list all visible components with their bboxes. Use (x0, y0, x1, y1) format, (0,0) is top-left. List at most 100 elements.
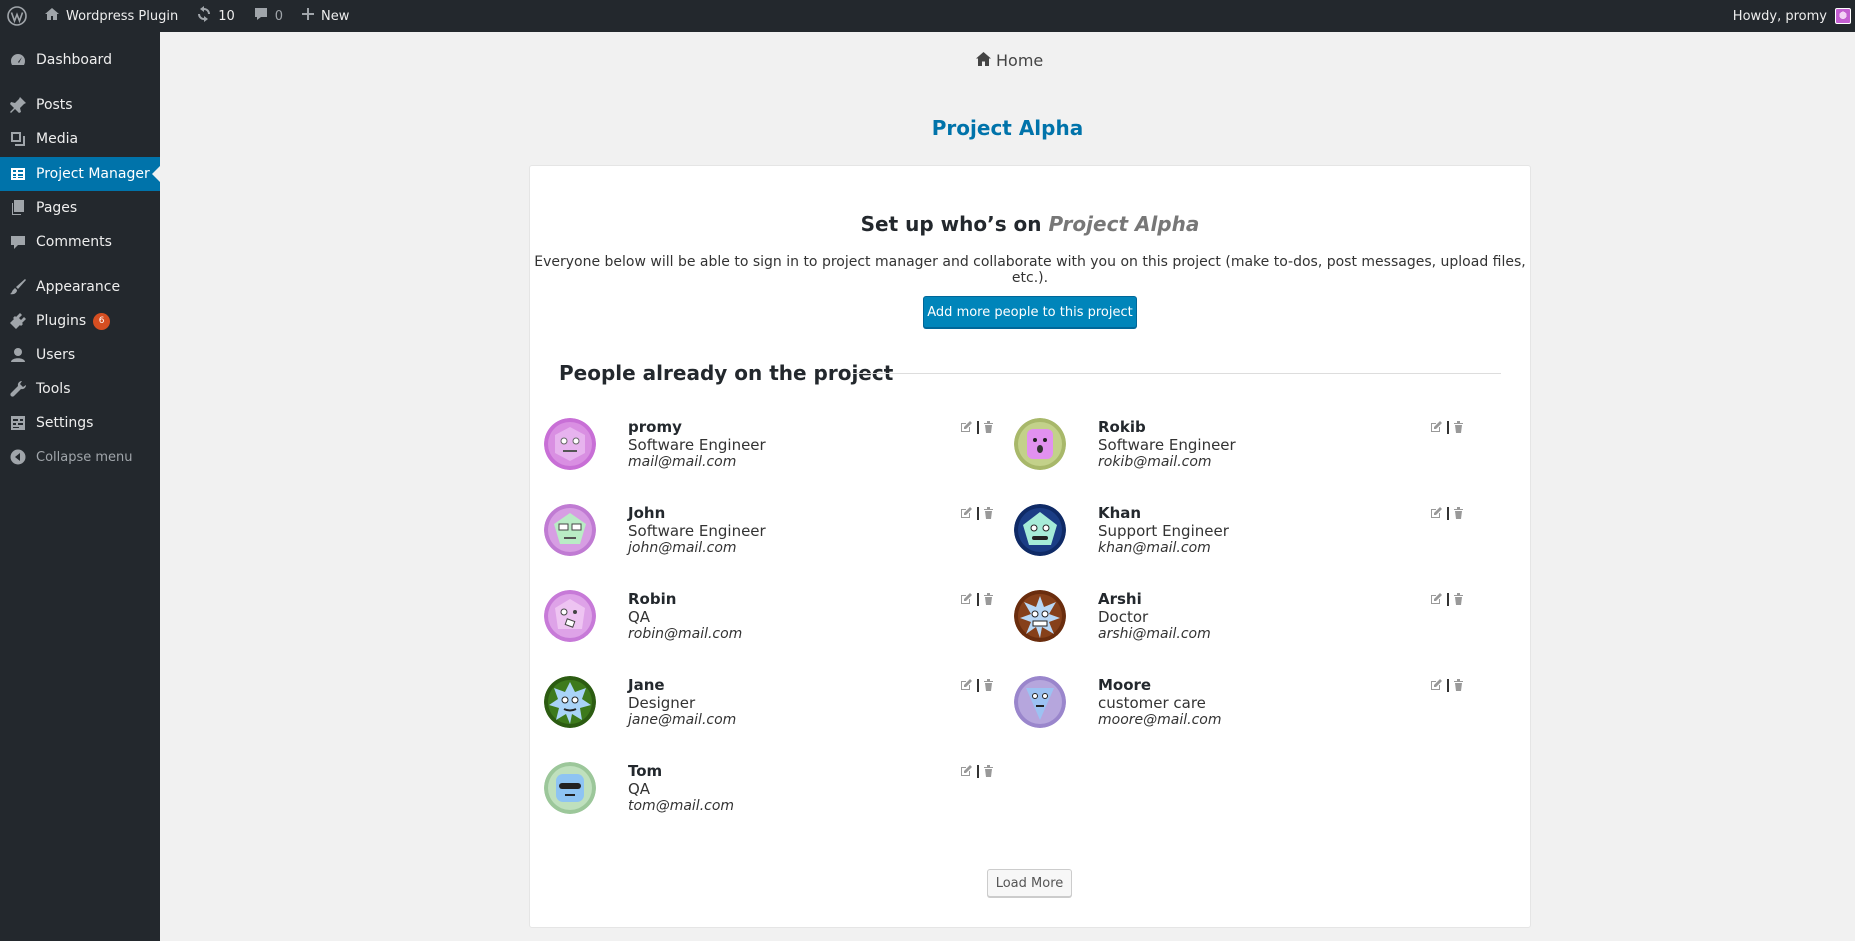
plugin-icon (0, 312, 36, 330)
home-icon (976, 51, 991, 70)
trash-icon[interactable] (1453, 504, 1464, 523)
person-name: Arshi (1098, 590, 1142, 608)
sidebar-item-label: Project Manager (36, 166, 150, 182)
wordpress-logo-icon[interactable] (0, 0, 35, 32)
edit-icon[interactable] (960, 418, 973, 437)
project-people-card: Set up who’s on Project Alpha Everyone b… (529, 165, 1531, 928)
edit-icon[interactable] (960, 762, 973, 781)
person-role: Doctor (1098, 608, 1149, 626)
trash-icon[interactable] (983, 590, 994, 609)
sidebar-item-media[interactable]: Media (0, 122, 160, 156)
avatar (1014, 676, 1066, 728)
edit-icon[interactable] (960, 590, 973, 609)
project-title[interactable]: Project Alpha (160, 116, 1855, 140)
edit-icon[interactable] (1430, 676, 1443, 695)
wrench-icon (0, 380, 36, 398)
trash-icon[interactable] (1453, 676, 1464, 695)
trash-icon[interactable] (1453, 590, 1464, 609)
collapse-menu-button[interactable]: Collapse menu (0, 440, 160, 474)
sidebar-item-label: Settings (36, 415, 94, 431)
actions-separator (1447, 507, 1449, 520)
person-card-robin: Robin QA robin@mail.com (530, 590, 993, 660)
sidebar-item-posts[interactable]: Posts (0, 88, 160, 122)
person-card-khan: Khan Support Engineer khan@mail.com (1000, 504, 1463, 574)
setup-description: Everyone below will be able to sign in t… (534, 254, 1526, 286)
updates-link[interactable]: 10 (187, 0, 244, 32)
howdy-text: Howdy, promy (1732, 8, 1827, 24)
sidebar-item-project-manager[interactable]: Project Manager (0, 157, 160, 191)
sidebar-item-label: Collapse menu (36, 449, 133, 465)
person-name: promy (628, 418, 682, 436)
person-name: Robin (628, 590, 677, 608)
site-name: Wordpress Plugin (66, 8, 179, 24)
actions-separator (1447, 421, 1449, 434)
person-role: customer care (1098, 694, 1206, 712)
site-name-link[interactable]: Wordpress Plugin (35, 0, 187, 32)
new-label: New (321, 8, 350, 24)
trash-icon[interactable] (983, 504, 994, 523)
avatar (544, 762, 596, 814)
person-email: robin@mail.com (628, 626, 743, 642)
sidebar-item-tools[interactable]: Tools (0, 372, 160, 406)
home-link[interactable]: Home (976, 51, 1043, 70)
edit-icon[interactable] (960, 504, 973, 523)
edit-icon[interactable] (1430, 418, 1443, 437)
edit-icon[interactable] (960, 676, 973, 695)
admin-bar: Wordpress Plugin 10 0 New Howdy, promy (0, 0, 1855, 32)
sidebar-item-users[interactable]: Users (0, 338, 160, 372)
sidebar-item-label: Users (36, 347, 76, 363)
person-email: rokib@mail.com (1098, 454, 1212, 470)
divider (853, 373, 1501, 374)
actions-separator (977, 765, 979, 778)
pages-icon (0, 199, 36, 217)
home-label: Home (996, 51, 1044, 70)
sidebar-item-comments[interactable]: Comments (0, 225, 160, 259)
person-card-tom: Tom QA tom@mail.com (530, 762, 993, 832)
person-card-jane: Jane Designer jane@mail.com (530, 676, 993, 746)
setup-heading-prefix: Set up who’s on (860, 212, 1042, 236)
person-name: Khan (1098, 504, 1142, 522)
media-icon (0, 130, 36, 148)
sidebar-item-dashboard[interactable]: Dashboard (0, 43, 160, 77)
sidebar-item-appearance[interactable]: Appearance (0, 270, 160, 304)
home-icon (44, 6, 60, 26)
trash-icon[interactable] (983, 418, 994, 437)
sidebar-item-settings[interactable]: Settings (0, 406, 160, 440)
person-actions (1430, 676, 1464, 695)
avatar (1014, 418, 1066, 470)
avatar (544, 590, 596, 642)
edit-icon[interactable] (1430, 590, 1443, 609)
add-people-button[interactable]: Add more people to this project (923, 296, 1137, 328)
person-role: Support Engineer (1098, 522, 1229, 540)
person-actions (1430, 418, 1464, 437)
edit-icon[interactable] (1430, 504, 1443, 523)
sidebar-item-plugins[interactable]: Plugins 6 (0, 304, 160, 338)
trash-icon[interactable] (983, 762, 994, 781)
trash-icon[interactable] (1453, 418, 1464, 437)
refresh-icon (196, 6, 212, 26)
user-icon (0, 346, 36, 364)
sidebar-item-pages[interactable]: Pages (0, 191, 160, 225)
person-email: moore@mail.com (1098, 712, 1222, 728)
new-content-link[interactable]: New (292, 0, 358, 32)
person-card-promy: promy Software Engineer mail@mail.com (530, 418, 993, 488)
trash-icon[interactable] (983, 676, 994, 695)
sidebar-item-label: Pages (36, 200, 78, 216)
load-more-button[interactable]: Load More (987, 869, 1072, 897)
person-role: Software Engineer (628, 522, 766, 540)
person-email: khan@mail.com (1098, 540, 1211, 556)
my-account-link[interactable]: Howdy, promy (1724, 0, 1855, 32)
person-name: John (628, 504, 666, 522)
person-email: jane@mail.com (628, 712, 737, 728)
person-email: tom@mail.com (628, 798, 735, 814)
avatar (544, 676, 596, 728)
person-actions (960, 504, 994, 523)
brush-icon (0, 278, 36, 296)
avatar (1014, 590, 1066, 642)
actions-separator (977, 421, 979, 434)
comments-link[interactable]: 0 (244, 0, 292, 32)
comment-bubble-icon (253, 6, 269, 26)
person-card-rokib: Rokib Software Engineer rokib@mail.com (1000, 418, 1463, 488)
person-name: Jane (628, 676, 665, 694)
admin-sidebar: Dashboard Posts Media Project Manager Pa… (0, 32, 160, 941)
